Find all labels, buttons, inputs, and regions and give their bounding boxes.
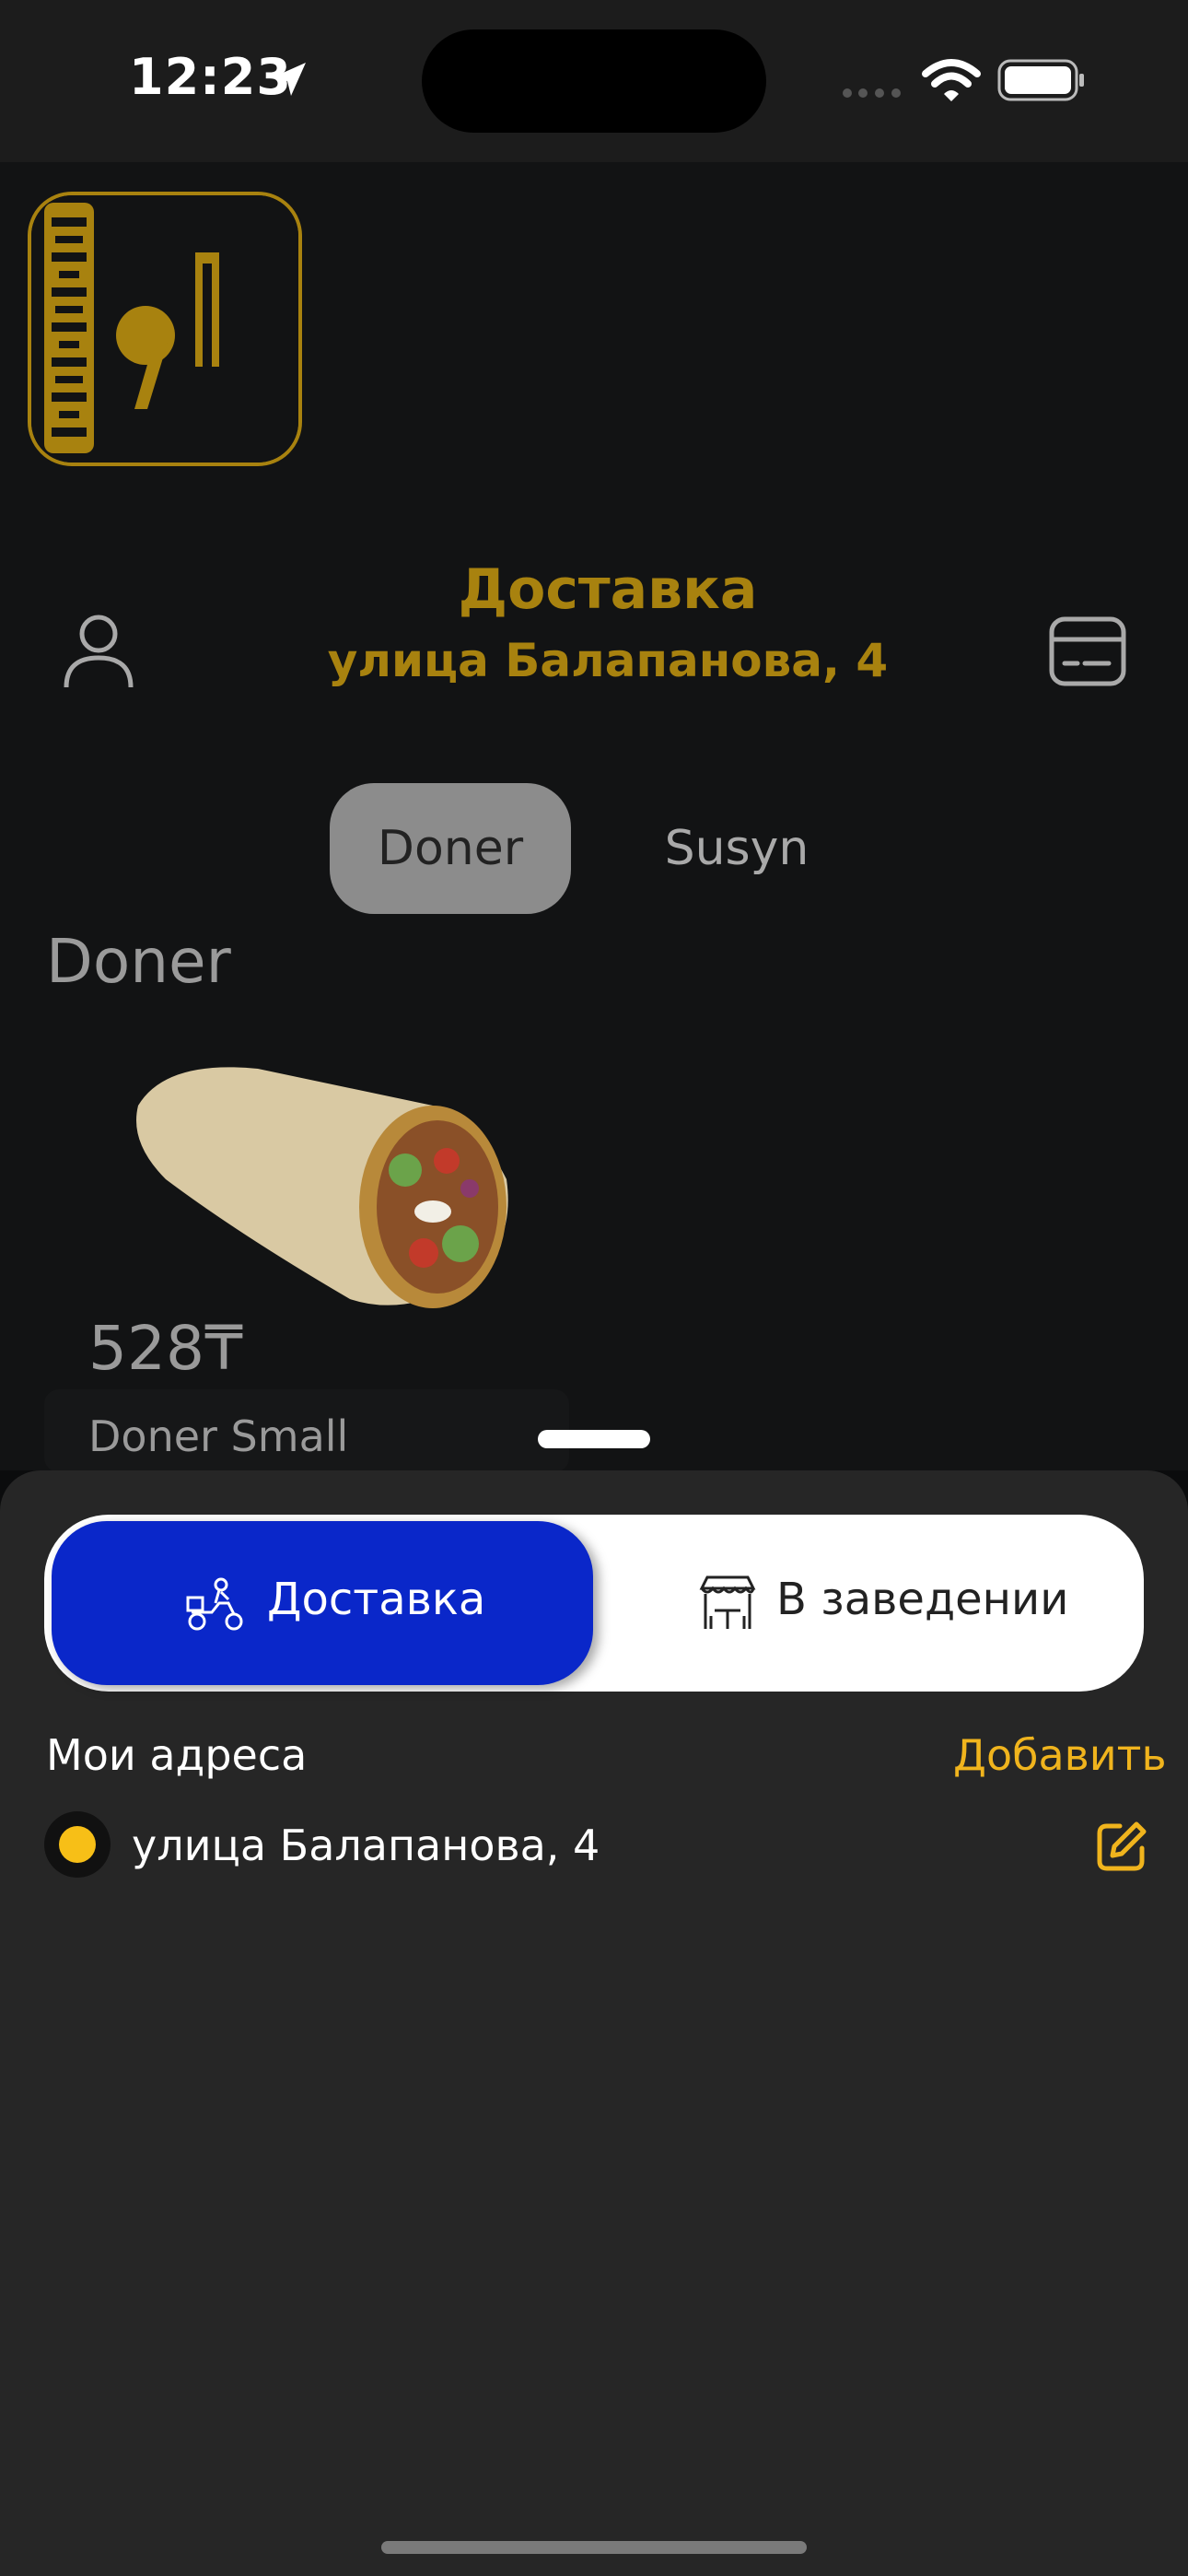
radio-selected-dot [59, 1826, 96, 1863]
signal-icon [843, 88, 901, 98]
home-indicator[interactable] [381, 2541, 807, 2554]
product-price: 528₸ [88, 1313, 243, 1384]
segment-delivery-label: Доставка [267, 1574, 486, 1625]
doner-product-image[interactable] [129, 1050, 534, 1327]
card-icon[interactable] [1048, 615, 1127, 687]
address-item[interactable]: улица Балапанова, 4 [132, 1821, 600, 1870]
wifi-icon [922, 59, 981, 101]
tab-susyn[interactable]: Susyn [626, 783, 847, 914]
location-arrow-icon [273, 63, 306, 96]
product-name[interactable]: Doner Small [88, 1411, 348, 1461]
my-addresses-title: Мои адреса [46, 1730, 308, 1780]
sheet-grabber[interactable] [538, 1430, 650, 1448]
address-radio[interactable] [44, 1811, 111, 1878]
add-address-button[interactable]: Добавить [953, 1730, 1167, 1780]
user-icon[interactable] [59, 612, 138, 691]
section-title: Doner [46, 926, 231, 997]
header-address[interactable]: улица Балапанова, 4 [230, 634, 985, 687]
battery-icon [997, 59, 1084, 101]
order-type-title[interactable]: Доставка [230, 557, 985, 622]
scooter-icon [186, 1577, 243, 1631]
status-time: 12:23 [129, 48, 292, 106]
dynamic-island [422, 29, 766, 133]
restaurant-logo [28, 192, 302, 466]
edit-icon[interactable] [1094, 1819, 1149, 1874]
cafe-icon[interactable] [698, 1574, 757, 1633]
tab-doner[interactable]: Doner [330, 783, 571, 914]
segment-in-restaurant-button[interactable]: В заведении [776, 1574, 1068, 1625]
